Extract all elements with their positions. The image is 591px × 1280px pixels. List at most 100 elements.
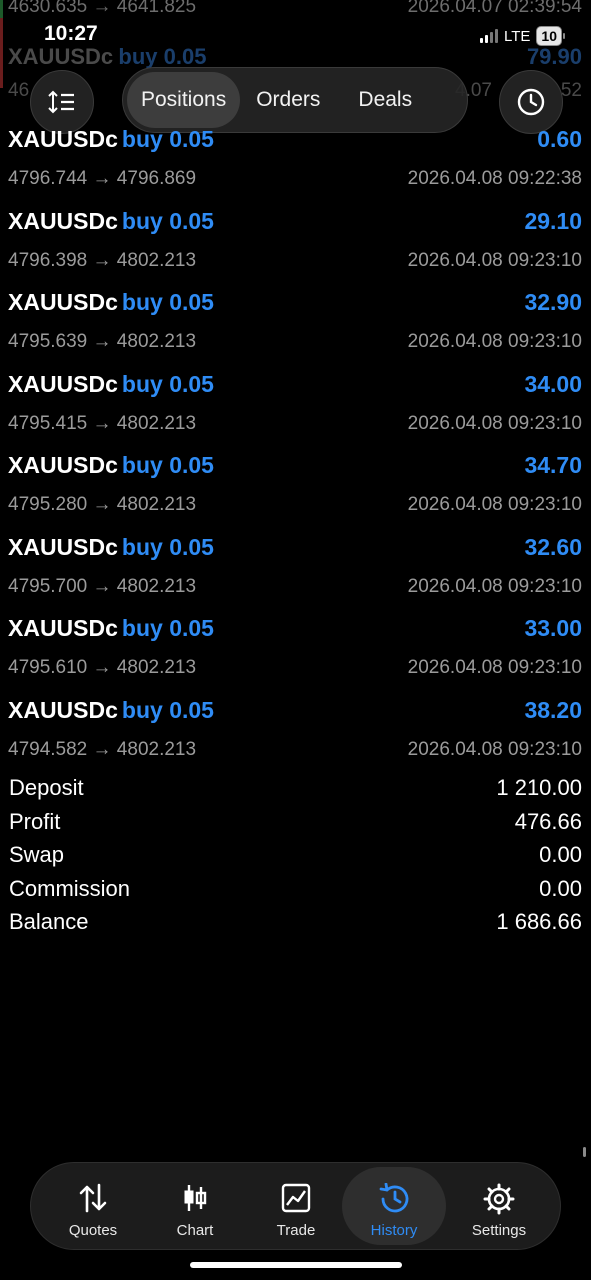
nav-quotes[interactable]: Quotes bbox=[41, 1167, 145, 1245]
tab-orders[interactable]: Orders bbox=[242, 72, 334, 128]
summary-row-deposit: Deposit 1 210.00 bbox=[0, 773, 591, 807]
deal-profit: 38.20 bbox=[524, 696, 582, 723]
deal-prices: 4795.700 → 4802.213 bbox=[8, 575, 197, 597]
sort-button[interactable] bbox=[30, 70, 94, 134]
profit-value: 476.66 bbox=[514, 808, 582, 834]
deal-side: buy 0.05 bbox=[121, 207, 214, 234]
deal-side: buy 0.05 bbox=[121, 289, 214, 315]
deal-profit: 32.60 bbox=[524, 533, 582, 560]
nav-chart[interactable]: Chart bbox=[143, 1167, 247, 1245]
profit-label: Profit bbox=[9, 808, 61, 834]
balance-label: Balance bbox=[9, 909, 89, 935]
nav-settings[interactable]: Settings bbox=[447, 1167, 551, 1245]
status-indicators: LTE 10 bbox=[480, 26, 565, 46]
battery-level: 10 bbox=[536, 26, 562, 46]
loss-edge-marker bbox=[0, 18, 3, 88]
deal-profit: 34.00 bbox=[524, 370, 582, 397]
tab-positions[interactable]: Positions bbox=[127, 72, 241, 128]
deal-row[interactable]: XAUUSDc buy 0.05 33.00 4795.610 → 4802.21… bbox=[0, 615, 591, 695]
deal-side: buy 0.05 bbox=[121, 126, 214, 152]
tab-deals[interactable]: Deals bbox=[344, 72, 426, 128]
swap-value: 0.00 bbox=[539, 842, 582, 868]
deal-prices: 4796.398 → 4802.213 bbox=[8, 249, 197, 271]
deal-time: 2026.04.08 09:23:10 bbox=[407, 331, 582, 352]
history-tab-bar: Positions Orders Deals bbox=[122, 67, 468, 133]
deal-row[interactable]: XAUUSDc buy 0.05 0.60 4796.744 → 4796.869… bbox=[0, 126, 591, 206]
partial-row-symbol: XAUUSDc bbox=[8, 44, 114, 69]
deal-symbol: XAUUSDc bbox=[8, 289, 118, 315]
deal-row[interactable]: XAUUSDc buy 0.05 34.00 4795.415 → 4802.21… bbox=[0, 371, 591, 451]
sort-icon bbox=[48, 90, 74, 114]
deal-symbol: XAUUSDc bbox=[8, 533, 118, 560]
nav-quotes-label: Quotes bbox=[68, 1222, 118, 1239]
deal-row[interactable]: XAUUSDc buy 0.05 34.70 4795.280 → 4802.21… bbox=[0, 452, 591, 532]
deal-time: 2026.04.08 09:22:38 bbox=[407, 168, 582, 189]
deal-symbol: XAUUSDc bbox=[8, 696, 118, 723]
summary-row-balance: Balance 1 686.66 bbox=[0, 907, 591, 941]
nav-chart-label: Chart bbox=[176, 1222, 214, 1239]
deal-side: buy 0.05 bbox=[121, 452, 214, 478]
quotes-arrows-icon bbox=[79, 1183, 107, 1213]
gear-icon bbox=[483, 1183, 515, 1215]
nav-trade[interactable]: Trade bbox=[244, 1167, 348, 1245]
deal-time: 2026.04.08 09:23:10 bbox=[407, 738, 582, 760]
deal-profit: 33.00 bbox=[524, 615, 582, 641]
summary-row-commission: Commission 0.00 bbox=[0, 874, 591, 908]
deal-time: 2026.04.08 09:23:10 bbox=[407, 657, 582, 678]
nav-history[interactable]: History bbox=[342, 1167, 446, 1245]
partial-row-profit: 79.90 bbox=[526, 44, 582, 69]
partial-row-time-tail: 52 bbox=[560, 80, 582, 101]
deal-symbol: XAUUSDc bbox=[8, 207, 118, 234]
signal-icon bbox=[480, 29, 499, 43]
deal-profit: 32.90 bbox=[524, 289, 582, 315]
deal-time: 2026.04.08 09:23:10 bbox=[407, 249, 582, 271]
partial-row-side: buy 0.05 bbox=[118, 44, 207, 69]
deal-row[interactable]: XAUUSDc buy 0.05 29.10 4796.398 → 4802.21… bbox=[0, 208, 591, 288]
network-type: LTE bbox=[504, 27, 531, 45]
partial-row-prices: 46 bbox=[8, 80, 30, 101]
summary-row-profit: Profit 476.66 bbox=[0, 807, 591, 841]
deal-row[interactable]: XAUUSDc buy 0.05 38.20 4794.582 → 4802.21… bbox=[0, 697, 591, 777]
deal-symbol: XAUUSDc bbox=[8, 126, 118, 152]
status-time: 10:27 bbox=[44, 22, 98, 45]
scroll-indicator[interactable] bbox=[583, 1147, 586, 1157]
nav-settings-label: Settings bbox=[471, 1222, 527, 1239]
nav-trade-label: Trade bbox=[276, 1222, 316, 1239]
deal-time: 2026.04.08 09:23:10 bbox=[407, 575, 582, 597]
bottom-nav: Quotes Chart Trade History Settings bbox=[30, 1162, 561, 1250]
deal-prices: 4795.280 → 4802.213 bbox=[8, 494, 197, 515]
deal-time: 2026.04.08 09:23:10 bbox=[407, 494, 582, 515]
deal-side: buy 0.05 bbox=[121, 615, 214, 641]
deal-side: buy 0.05 bbox=[121, 696, 214, 723]
trade-chart-icon bbox=[281, 1183, 311, 1213]
deal-side: buy 0.05 bbox=[121, 533, 214, 560]
deal-prices: 4794.582 → 4802.213 bbox=[8, 738, 197, 760]
summary-row-swap: Swap 0.00 bbox=[0, 840, 591, 874]
history-clock-icon bbox=[379, 1183, 409, 1213]
deal-symbol: XAUUSDc bbox=[8, 452, 118, 478]
deal-row[interactable]: XAUUSDc buy 0.05 32.60 4795.700 → 4802.21… bbox=[0, 534, 591, 614]
partial-row-time: 2026.04.07 02:39:54 bbox=[407, 0, 582, 17]
deposit-label: Deposit bbox=[9, 775, 84, 800]
deal-prices: 4795.415 → 4802.213 bbox=[8, 412, 197, 434]
nav-history-label: History bbox=[370, 1222, 418, 1239]
period-button[interactable] bbox=[499, 70, 563, 134]
deal-row[interactable]: XAUUSDc buy 0.05 32.90 4795.639 → 4802.21… bbox=[0, 289, 591, 369]
deal-profit: 34.70 bbox=[524, 452, 582, 478]
account-summary: Deposit 1 210.00 Profit 476.66 Swap 0.00… bbox=[0, 773, 591, 941]
commission-label: Commission bbox=[9, 875, 131, 901]
battery-icon: 10 bbox=[536, 26, 565, 46]
partial-row-prices: 4630.635 → 4641.825 bbox=[8, 0, 197, 17]
deal-prices: 4795.639 → 4802.213 bbox=[8, 331, 197, 352]
history-clock-icon bbox=[517, 88, 545, 116]
deal-profit: 29.10 bbox=[524, 207, 582, 234]
deal-symbol: XAUUSDc bbox=[8, 615, 118, 641]
profit-edge-marker bbox=[0, 0, 3, 18]
commission-value: 0.00 bbox=[539, 875, 582, 901]
candlestick-chart-icon bbox=[184, 1185, 207, 1211]
deposit-value: 1 210.00 bbox=[496, 775, 582, 800]
deal-prices: 4796.744 → 4796.869 bbox=[8, 168, 197, 189]
deal-time: 2026.04.08 09:23:10 bbox=[407, 412, 582, 434]
home-indicator[interactable] bbox=[190, 1262, 402, 1268]
deal-symbol: XAUUSDc bbox=[8, 370, 118, 397]
